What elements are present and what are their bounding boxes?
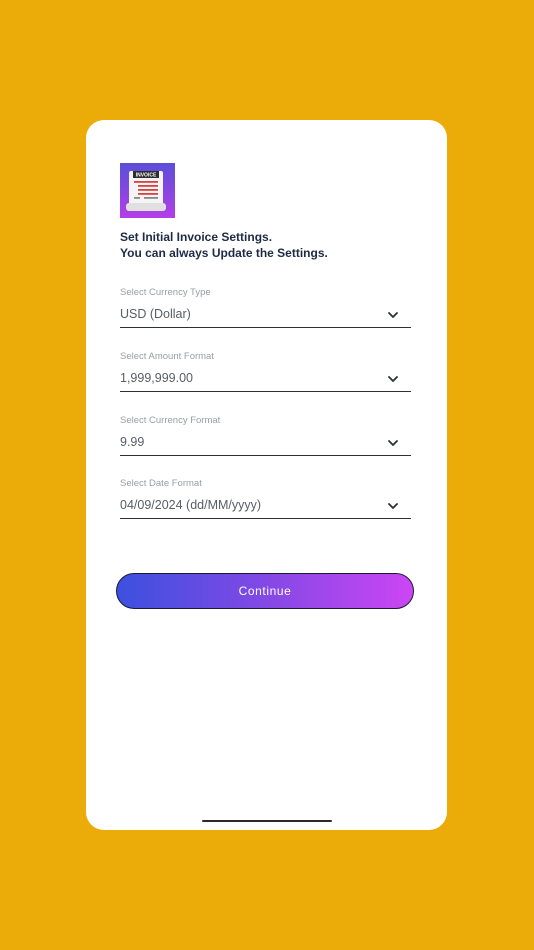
chevron-down-icon	[388, 503, 398, 509]
currency-type-value: USD (Dollar)	[120, 307, 191, 321]
settings-card: INVOICE Set Initial Invoice Settings. Yo…	[86, 120, 447, 830]
date-format-field: Select Date Format 04/09/2024 (dd/MM/yyy…	[120, 478, 411, 532]
chevron-down-icon	[388, 312, 398, 318]
chevron-down-icon	[388, 376, 398, 382]
currency-format-dropdown[interactable]: 9.99	[120, 427, 411, 456]
currency-type-field: Select Currency Type USD (Dollar)	[120, 287, 411, 341]
currency-format-value: 9.99	[120, 435, 145, 449]
home-indicator[interactable]	[202, 820, 332, 822]
invoice-logo-icon: INVOICE	[120, 163, 175, 218]
date-format-value: 04/09/2024 (dd/MM/yyyy)	[120, 498, 262, 512]
chevron-down-icon	[388, 440, 398, 446]
invoice-logo-text: INVOICE	[136, 172, 157, 178]
heading-line-2: You can always Update the Settings.	[120, 246, 328, 260]
amount-format-label: Select Amount Format	[120, 351, 214, 362]
amount-format-field: Select Amount Format 1,999,999.00	[120, 351, 411, 405]
currency-type-dropdown[interactable]: USD (Dollar)	[120, 299, 411, 328]
date-format-label: Select Date Format	[120, 478, 202, 489]
currency-type-label: Select Currency Type	[120, 287, 211, 298]
continue-button[interactable]: Continue	[116, 573, 414, 609]
date-format-dropdown[interactable]: 04/09/2024 (dd/MM/yyyy)	[120, 490, 411, 519]
currency-format-field: Select Currency Format 9.99	[120, 415, 411, 469]
settings-heading: Set Initial Invoice Settings. You can al…	[120, 229, 420, 261]
heading-line-1: Set Initial Invoice Settings.	[120, 230, 273, 244]
currency-format-label: Select Currency Format	[120, 415, 221, 426]
amount-format-value: 1,999,999.00	[120, 371, 193, 385]
amount-format-dropdown[interactable]: 1,999,999.00	[120, 363, 411, 392]
